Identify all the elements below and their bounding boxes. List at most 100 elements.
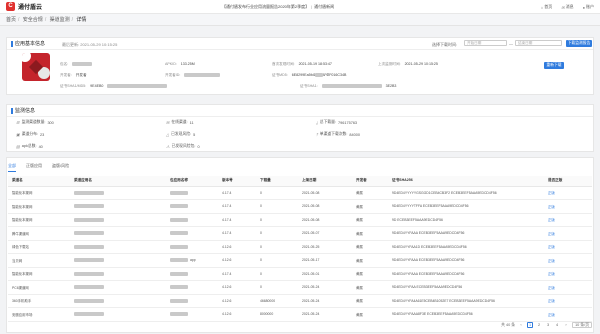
table-cell[interactable]: 正版 <box>544 307 592 322</box>
redownload-button[interactable]: 重新下载 <box>544 62 564 69</box>
table-cell: 0 <box>256 199 298 214</box>
announcement-link[interactable]: 通付盾新闻 <box>314 4 334 9</box>
table-cell: 4.12.6 <box>218 280 256 295</box>
table-cell: 智能化本渠网 <box>8 213 70 227</box>
table-cell: 2021-05-01 <box>298 267 352 281</box>
col-channel[interactable]: 渠道名 <box>8 176 70 187</box>
tab-pirated[interactable]: 盗版/风险 <box>52 163 69 172</box>
page-size-select[interactable]: 10 条/页 <box>572 322 592 328</box>
table-cell: 8000000 <box>256 307 298 322</box>
breadcrumb-home[interactable]: 首页 <box>6 17 16 23</box>
alert-icon: ⚠ <box>166 144 170 149</box>
table-cell[interactable]: 正版 <box>544 240 592 254</box>
table-cell: 9D4ED4YYFAAA8F3E ECEB3EEF5AAA9EDCD4F56 <box>388 307 544 322</box>
table-cell[interactable]: 正版 <box>544 226 592 241</box>
col-date[interactable]: 上架日期 <box>298 176 352 187</box>
announcement-text[interactable]: 【通付盾发布行业应用流量报告2020年第2季度】 <box>222 4 309 9</box>
table-cell: app <box>166 253 218 268</box>
page-3[interactable]: 3 <box>545 322 551 328</box>
redacted-block <box>74 231 104 236</box>
table-cell: 2021-05-08 <box>298 199 352 214</box>
table-cell[interactable]: 正版 <box>544 186 592 200</box>
redacted-block <box>74 312 104 317</box>
table-cell: 腾牛渠道网 <box>8 226 70 241</box>
table-cell[interactable]: 正版 <box>544 199 592 214</box>
table-row[interactable]: 360手机助手 4.12.6 46680000 2021-05-24 黄展 9D4ED4Y… <box>8 294 592 308</box>
user-icon: ● <box>582 4 585 10</box>
table-cell[interactable]: 正版 <box>544 253 592 268</box>
table-row[interactable]: 智能化本渠网 4.17.4 0 2021-05-08 黄展 9D4ED4YYYYYGSGG… <box>8 186 592 200</box>
table-cell: 绿色下载站 <box>8 240 70 254</box>
date-end-input[interactable]: 结束日期 <box>515 40 562 46</box>
redacted-block <box>170 204 188 209</box>
stat-apk-count: ▤ apk总数: 40 <box>16 144 43 149</box>
download-report-button[interactable]: 下载监测报告 <box>566 40 592 47</box>
home-link[interactable]: ⌂ 首页 <box>541 4 552 10</box>
table-row[interactable]: PC6渠道网 4.12.6 0 2021-05-24 黄展 9D4ED4YYFAA ECE… <box>8 280 592 295</box>
col-developer[interactable]: 开发者 <box>352 176 388 187</box>
account-link[interactable]: ● 账户 <box>583 4 594 10</box>
home-icon: ⌂ <box>540 4 544 10</box>
table-cell: 2021-05-25 <box>298 240 352 254</box>
app-info-title: 应用基本信息 <box>11 41 45 47</box>
col-version[interactable]: 版本号 <box>218 176 256 187</box>
table-cell[interactable]: 正版 <box>544 267 592 281</box>
table-row[interactable]: 当贝网 app 4.12.6 0 2021-05-17 黄展 9D4ED4YYFAAA EC… <box>8 253 592 268</box>
redacted-block <box>170 217 188 222</box>
table-cell: 4.17.4 <box>218 226 256 241</box>
page-2[interactable]: 2 <box>536 322 542 328</box>
breadcrumb-compliance[interactable]: 安全合规 <box>23 17 43 23</box>
table-cell: 9D4ED4YYFA4A61E5CEB4B1052E7 ECEB3EEF5AAA… <box>388 294 544 308</box>
page-1[interactable]: 1 <box>527 322 534 328</box>
prev-page-button[interactable]: ‹ <box>518 322 524 328</box>
col-sha256[interactable]: 证书SHA256 <box>388 176 544 187</box>
table-cell <box>166 186 218 200</box>
date-start-input[interactable]: 开始日期 <box>464 40 507 46</box>
table-row[interactable]: 智能化本渠网 4.17.4 0 2021-05-01 黄展 9D4ED4YYFAAA EC… <box>8 267 592 281</box>
redacted-block <box>74 217 104 222</box>
cert-sha1-field: 证书SHA1/MD5: 9E4EB0 <box>60 84 168 89</box>
messages-link[interactable]: ✉ 消息 <box>561 4 573 10</box>
table-cell: 9D4ED4YYYYTFFA ECEB3EEF5AAA9EDCD4F56 <box>388 199 544 214</box>
logo[interactable]: C 通付盾云 <box>6 2 42 11</box>
table-row[interactable]: 智能化本渠网 4.17.4 0 2021-05-08 黄展 9D4ED4YYYYTFFA … <box>8 199 592 214</box>
pagination: 共 40 条 ‹ 1 2 3 4 › 10 条/页 <box>501 322 592 328</box>
table-cell: 黄展 <box>352 307 388 322</box>
table-row[interactable]: 腾牛渠道网 4.17.4 0 2021-05-07 黄展 9D4ED4YYFAAA ECE… <box>8 226 592 241</box>
last-updated: 最后更新: 2021-05-29 10:15:25 <box>62 42 118 47</box>
table-cell: 46680000 <box>256 294 298 308</box>
col-channel-app[interactable]: 渠道应用名 <box>70 176 166 187</box>
nav-bar: 首页 / 安全合规 / 渠道监测 / 详情 <box>0 14 600 26</box>
col-package-app[interactable]: 包应用名称 <box>166 176 218 187</box>
table-cell[interactable]: 正版 <box>544 294 592 308</box>
table-cell[interactable]: 正版 <box>544 280 592 295</box>
next-page-button[interactable]: › <box>563 322 569 328</box>
table-cell <box>166 199 218 214</box>
table-cell: 9D ECEB3EEF5AAA9EDCD4F56 <box>388 213 544 227</box>
apk-field: APKID: 133.25M <box>165 62 195 66</box>
table-cell: 黄展 <box>352 253 388 268</box>
stat-single-downloads: ⤒ 单渠道下载次数: 84000 <box>316 132 360 137</box>
table-row[interactable]: 绿色下载站 4.12.6 0 2021-05-25 黄展 9D4ED4YYFAA1D EC… <box>8 240 592 254</box>
table-cell: 4.12.6 <box>218 240 256 254</box>
table-cell: 智能化本渠网 <box>8 186 70 200</box>
breadcrumb-channel[interactable]: 渠道监测 <box>50 17 70 23</box>
table-cell[interactable]: 正版 <box>544 213 592 227</box>
col-downloads[interactable]: 下载量 <box>256 176 298 187</box>
tab-all[interactable]: 全部 <box>8 163 16 172</box>
redacted-block <box>74 285 104 290</box>
table-cell: 4.12.6 <box>218 307 256 322</box>
announcement[interactable]: 【通付盾发布行业应用流量报告2020年第2季度】 | 通付盾新闻 <box>222 4 334 10</box>
table-row[interactable]: 智能化本渠网 4.17.4 0 2021-05-08 黄展 9D ECEB3EEF5AAA… <box>8 213 592 227</box>
page-4[interactable]: 4 <box>554 322 560 328</box>
table-cell <box>70 186 166 200</box>
table-cell: 黄展 <box>352 280 388 295</box>
stat-channels: ☰ 监测渠道数量: 300 <box>16 120 54 125</box>
table-cell: 0 <box>256 267 298 281</box>
table-row[interactable]: 安魔应用市场 4.12.6 8000000 2021-05-24 黄展 9D4ED4YYF… <box>8 307 592 322</box>
table-cell: 2021-05-24 <box>298 294 352 308</box>
tab-genuine[interactable]: 正版应用 <box>26 163 42 172</box>
table-cell: 0 <box>256 240 298 254</box>
box-icon: ▣ <box>16 132 20 137</box>
col-genuine[interactable]: 是否正版 <box>544 176 592 187</box>
